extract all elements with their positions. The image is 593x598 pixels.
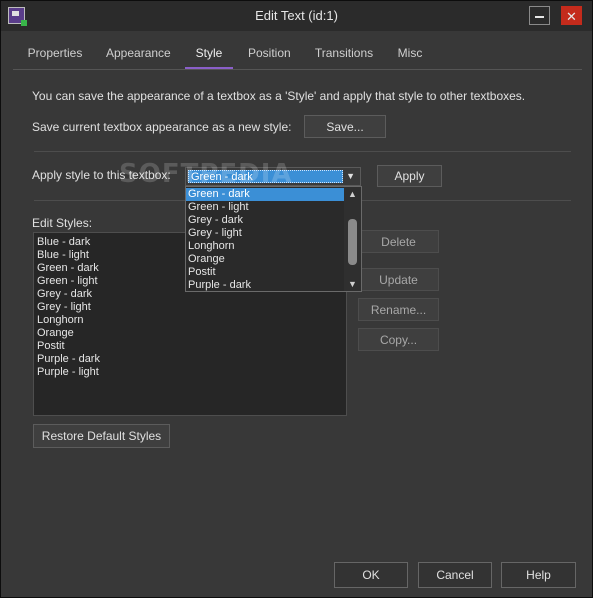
list-item[interactable]: Postit [37, 340, 65, 353]
style-info-text: You can save the appearance of a textbox… [32, 89, 526, 103]
list-item[interactable]: Blue - light [37, 249, 89, 262]
apply-button[interactable]: Apply [377, 165, 442, 187]
list-item[interactable]: Green - dark [37, 262, 99, 275]
ok-button[interactable]: OK [334, 562, 408, 588]
dropdown-option[interactable]: Postit [186, 266, 345, 279]
cancel-button[interactable]: Cancel [418, 562, 492, 588]
list-item[interactable]: Purple - light [37, 366, 99, 379]
tab-bar: Properties Appearance Style Position Tra… [13, 43, 582, 70]
style-select[interactable]: Green - dark ▼ [185, 167, 361, 186]
dropdown-option[interactable]: Purple - dark [186, 279, 345, 292]
delete-style-button[interactable]: Delete [358, 230, 439, 253]
style-dropdown-list[interactable]: Green - dark Green - light Grey - dark G… [185, 186, 362, 292]
list-item[interactable]: Longhorn [37, 314, 84, 327]
tab-properties[interactable]: Properties [27, 43, 83, 69]
dropdown-option[interactable]: Longhorn [186, 240, 345, 253]
tab-misc[interactable]: Misc [397, 43, 423, 69]
tab-transitions[interactable]: Transitions [314, 43, 374, 69]
chevron-up-icon[interactable]: ▲ [348, 189, 357, 199]
apply-style-label: Apply style to this textbox: [32, 168, 171, 182]
dropdown-option[interactable]: Green - light [186, 201, 345, 214]
list-item[interactable]: Grey - light [37, 301, 91, 314]
edit-styles-label: Edit Styles: [32, 216, 93, 230]
close-icon: ✕ [566, 9, 577, 24]
tab-appearance[interactable]: Appearance [106, 43, 171, 69]
tab-position[interactable]: Position [248, 43, 291, 69]
chevron-down-icon[interactable]: ▼ [348, 279, 357, 289]
copy-style-button[interactable]: Copy... [358, 328, 439, 351]
update-style-button[interactable]: Update [358, 268, 439, 291]
list-item[interactable]: Orange [37, 327, 74, 340]
dropdown-option[interactable]: Grey - light [186, 227, 345, 240]
rename-style-button[interactable]: Rename... [358, 298, 439, 321]
dropdown-option[interactable]: Orange [186, 253, 345, 266]
close-button[interactable]: ✕ [561, 6, 582, 25]
tab-style[interactable]: Style [185, 43, 233, 69]
dialog-window: Edit Text (id:1) ✕ Properties Appearance… [0, 0, 593, 598]
scrollbar-thumb[interactable] [348, 219, 357, 265]
restore-default-styles-button[interactable]: Restore Default Styles [33, 424, 170, 448]
minimize-button[interactable] [529, 6, 550, 25]
divider [34, 151, 571, 152]
list-item[interactable]: Purple - dark [37, 353, 100, 366]
chevron-down-icon[interactable]: ▼ [346, 171, 355, 181]
list-item[interactable]: Green - light [37, 275, 98, 288]
help-button[interactable]: Help [501, 562, 576, 588]
title-bar[interactable]: Edit Text (id:1) ✕ [1, 1, 592, 31]
dropdown-scrollbar[interactable]: ▲ ▼ [344, 187, 361, 291]
save-style-button[interactable]: Save... [304, 115, 386, 138]
list-item[interactable]: Blue - dark [37, 236, 90, 249]
list-item[interactable]: Grey - dark [37, 288, 92, 301]
dropdown-option[interactable]: Grey - dark [186, 214, 345, 227]
style-select-value: Green - dark [188, 170, 343, 183]
window-title: Edit Text (id:1) [255, 8, 338, 23]
save-style-label: Save current textbox appearance as a new… [32, 120, 292, 134]
dropdown-option[interactable]: Green - dark [186, 188, 345, 201]
